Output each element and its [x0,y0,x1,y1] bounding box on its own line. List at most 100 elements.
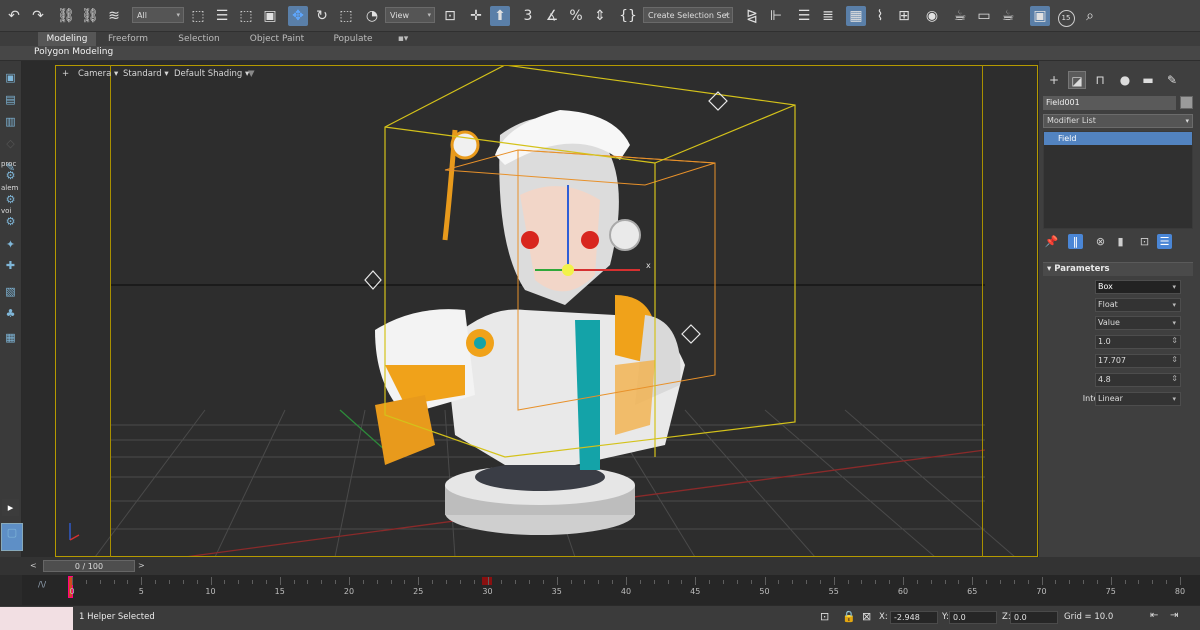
select-rotate-icon[interactable]: ↻ [312,6,332,26]
lock-selection-icon[interactable]: 🔒 [842,610,856,623]
tool-sheet-icon[interactable]: ▧ [2,283,19,300]
spinner-arrows-icon[interactable]: ⇕ [1171,373,1178,385]
viewport-camera-label[interactable]: Camera ▾ [78,69,118,79]
tool-scatter-icon[interactable]: ✦ [2,236,19,253]
time-prev-icon[interactable]: < [30,561,37,570]
pivot-center-icon[interactable]: ⊡ [440,6,460,26]
rectangle-selection-icon[interactable]: ⬚ [236,6,256,26]
select-manipulate-icon[interactable]: ✛ [466,6,486,26]
object-color-swatch[interactable] [1180,96,1193,109]
toggle-scene-explorer-icon[interactable]: ☰ [794,6,814,26]
window-crossing-icon[interactable]: ▣ [260,6,280,26]
tool-disabled-icon[interactable]: ◇ [2,135,19,152]
chevron-down-icon[interactable]: ▾ [1172,281,1176,293]
keyboard-shortcut-override-icon[interactable]: ⬆ [490,6,510,26]
curve-editor-mini-icon[interactable]: /\/ [38,580,46,589]
gizmo-center[interactable] [562,264,574,276]
rendered-frame-window-icon[interactable]: ▭ [974,6,994,26]
chevron-down-icon[interactable]: ▾ [1172,393,1176,405]
unlink-icon[interactable]: ⛓ [80,6,100,26]
ref-coord-dropdown[interactable]: View ▾ [385,7,435,23]
chevron-down-icon[interactable]: ▾ [1172,299,1176,311]
stack-item-field[interactable]: Field [1044,132,1192,145]
material-editor-icon[interactable]: ◉ [922,6,942,26]
bind-space-warp-icon[interactable]: ≋ [104,6,124,26]
x-coordinate-field[interactable]: -2.948 [890,611,938,624]
tool-tree-icon[interactable]: ♣ [2,305,19,322]
tab-object-paint[interactable]: Object Paint [244,32,310,46]
tool-voi-icon[interactable]: ⚙ [2,213,19,230]
time-next-icon[interactable]: > [138,561,145,570]
stack-list-icon[interactable]: ☰ [1157,234,1172,249]
search-icon[interactable]: ⌕ [1080,6,1100,26]
selection-filter-dropdown[interactable]: All ▾ [132,7,184,23]
play-icon[interactable]: ▸ [2,499,19,516]
select-by-name-icon[interactable]: ☰ [212,6,232,26]
redo-icon[interactable]: ↷ [28,6,48,26]
param-float-spinner[interactable]: 1.0 ⇕ [1095,335,1181,349]
tab-populate[interactable]: Populate [322,32,384,46]
hierarchy-tab-icon[interactable]: ⊓ [1091,71,1109,89]
perspective-viewport[interactable]: x [55,65,1038,557]
angle-snap-icon[interactable]: ∡ [542,6,562,26]
schematic-view-icon[interactable]: ⊞ [894,6,914,26]
snaps-toggle-icon[interactable]: 3 [518,6,538,26]
render-setup-icon[interactable]: ☕ [950,6,970,26]
select-object-icon[interactable]: ⬚ [188,6,208,26]
tab-freeform[interactable]: Freeform [100,32,156,46]
modify-tab-icon[interactable]: ◪ [1068,71,1086,89]
viewport-standard-label[interactable]: Standard ▾ [123,69,169,79]
spinner-snap-icon[interactable]: ⇕ [590,6,610,26]
spinner-arrows-icon[interactable]: ⇕ [1171,354,1178,366]
isolate-selection-icon[interactable]: ⊡ [820,610,829,623]
absolute-mode-icon[interactable]: ⊠ [862,610,871,623]
object-name-field[interactable]: Field001 [1043,96,1176,110]
utilities-tab-icon[interactable]: ✎ [1163,71,1181,89]
time-tag-next-icon[interactable]: ⇥ [1170,610,1178,621]
badge-icon[interactable]: 15 [1056,6,1076,27]
select-move-icon[interactable]: ✥ [288,6,308,26]
configure-sets-icon[interactable]: ⊡ [1137,234,1152,249]
tool-export-icon[interactable]: ▥ [2,113,19,130]
viewport-menu-plus[interactable]: + [62,69,69,79]
tab-modeling[interactable]: Modeling [38,32,96,46]
filter-icon[interactable]: ▼ [248,69,255,79]
named-selection-dropdown[interactable]: Create Selection Set ▾ [643,7,733,23]
mirror-icon[interactable]: ⧎ [742,6,762,26]
add-time-tag-icon[interactable]: ⇤ [1150,610,1158,621]
tool-proc-icon[interactable]: ⚙ [2,167,19,184]
select-scale-icon[interactable]: ⬚ [336,6,356,26]
remove-modifier-icon[interactable]: ▮ [1113,234,1128,249]
param-size-spinner[interactable]: 17.707 ⇕ [1095,354,1181,368]
toggle-layer-explorer-icon[interactable]: ≣ [818,6,838,26]
z-coordinate-field[interactable]: 0.0 [1010,611,1058,624]
link-icon[interactable]: ⛓ [56,6,76,26]
y-coordinate-field[interactable]: 0.0 [949,611,997,624]
viewport-shading-label[interactable]: Default Shading ▾ [174,69,249,79]
tool-a-icon[interactable]: ▣ [2,69,19,86]
tool-import-icon[interactable]: ▤ [2,91,19,108]
save-icon[interactable]: ▣ [1030,6,1050,26]
time-slider[interactable]: 0 / 100 [43,560,135,572]
edit-named-selection-icon[interactable]: {} [618,6,638,26]
param-interpolation-dropdown[interactable]: Linear ▾ [1095,392,1181,406]
param-falloff-spinner[interactable]: 4.8 ⇕ [1095,373,1181,387]
viewport-layout-icon[interactable]: ▢ [1,523,23,551]
curve-editor-icon[interactable]: ⌇ [870,6,890,26]
motion-tab-icon[interactable]: ● [1116,71,1134,89]
tool-wrap-icon[interactable]: ✚ [2,257,19,274]
render-production-icon[interactable]: ☕ [998,6,1018,26]
ribbon-panel-label[interactable]: Polygon Modeling [34,47,113,57]
ribbon-options-icon[interactable]: ▪▾ [393,32,413,46]
pin-stack-icon[interactable]: 📌 [1044,234,1059,249]
modifier-list-dropdown[interactable]: Modifier List ▾ [1043,114,1193,128]
parameters-rollout[interactable]: ▾ Parameters [1043,262,1193,276]
chevron-down-icon[interactable]: ▾ [1172,317,1176,329]
tool-panel-icon[interactable]: ▦ [2,329,19,346]
param-source-dropdown[interactable]: Value ▾ [1095,316,1181,330]
create-tab-icon[interactable]: + [1045,71,1063,89]
undo-icon[interactable]: ↶ [4,6,24,26]
align-icon[interactable]: ⊩ [766,6,786,26]
tool-alem-icon[interactable]: ⚙ [2,191,19,208]
track-bar[interactable] [22,575,1200,605]
